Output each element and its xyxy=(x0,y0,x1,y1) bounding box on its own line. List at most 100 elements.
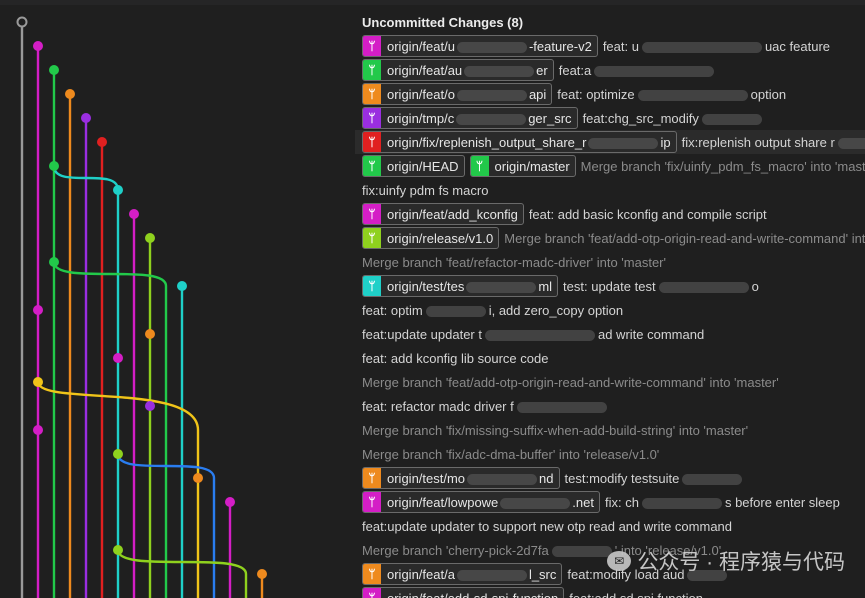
branch-tag[interactable]: ᛘ origin/tmp/c ger_src xyxy=(362,107,578,129)
branch-label: origin/feat/add_kconfig xyxy=(387,206,518,222)
branch-tag[interactable]: ᛘ origin/feat/u -feature-v2 xyxy=(362,35,598,57)
commit-message: test:modify testsuite xyxy=(565,471,746,486)
commit-node xyxy=(33,305,43,315)
commit-row[interactable]: feat: refactor madc driver f xyxy=(355,394,865,418)
commit-node xyxy=(113,185,123,195)
branch-tag[interactable]: ᛘ origin/test/tes ml xyxy=(362,275,559,297)
branch-tag[interactable]: ᛘ origin/feat/o api xyxy=(362,83,553,105)
commit-message: feat: u uac feature xyxy=(602,38,830,54)
commit-node xyxy=(113,545,123,555)
commit-row[interactable]: Merge branch 'fix/adc-dma-buffer' into '… xyxy=(355,442,865,466)
commit-row[interactable]: Merge branch 'fix/missing-suffix-when-ad… xyxy=(355,418,865,442)
branch-icon: ᛘ xyxy=(363,132,381,152)
branch-label: origin/feat/lowpowe .net xyxy=(387,494,594,510)
watermark: ✉ 公众号 · 程序猿与代码 xyxy=(607,546,845,576)
commit-message: feat: refactor madc driver f xyxy=(362,399,610,414)
branch-tag[interactable]: ᛘ origin/test/mo nd xyxy=(362,467,560,489)
commit-graph[interactable] xyxy=(0,0,355,598)
branch-tag[interactable]: ᛘ origin/fix/replenish_output_share_r ip xyxy=(362,131,677,153)
commit-message: feat: optimize option xyxy=(557,86,787,102)
branch-label: origin/feat/add-sd-spi-function xyxy=(387,590,559,598)
commit-node xyxy=(145,329,155,339)
branch-tag[interactable]: ᛘ origin/HEAD xyxy=(362,155,465,177)
commit-node xyxy=(49,161,59,171)
commit-message: fix:replenish output share r xyxy=(682,135,865,150)
branch-tag[interactable]: ᛘ origin/feat/a l_src xyxy=(362,563,563,585)
branch-icon: ᛘ xyxy=(363,84,381,104)
commit-row[interactable]: ᛘ origin/fix/replenish_output_share_r ip fi… xyxy=(355,130,865,154)
commit-node xyxy=(33,41,43,51)
commit-message: feat:chg_src_modify xyxy=(583,111,765,126)
commit-node xyxy=(49,65,59,75)
commit-node xyxy=(257,569,267,579)
commit-node xyxy=(49,257,59,267)
commit-row[interactable]: Merge branch 'feat/add-otp-origin-read-a… xyxy=(355,370,865,394)
branch-icon: ᛘ xyxy=(470,156,489,176)
commit-row[interactable]: ᛘ origin/feat/lowpowe .net fix: ch s before … xyxy=(355,490,865,514)
commit-message: feat: add basic kconfig and compile scri… xyxy=(528,206,767,222)
commit-row[interactable]: ᛘ origin/tmp/c ger_src feat:chg_src_modify xyxy=(355,106,865,130)
branch-tag[interactable]: ᛘ origin/feat/add_kconfig xyxy=(362,203,524,225)
commit-row[interactable]: ᛘ origin/feat/add_kconfig feat: add basic … xyxy=(355,202,865,226)
branch-label: origin/tmp/c ger_src xyxy=(387,110,572,126)
commit-row[interactable]: ᛘ origin/test/tes ml test: update test o xyxy=(355,274,865,298)
commit-message: Merge branch 'fix/uinfy_pdm_fs_macro' in… xyxy=(580,158,865,174)
commit-node xyxy=(177,281,187,291)
commit-row[interactable]: ᛘ origin/release/v1.0 Merge branch 'feat/a… xyxy=(355,226,865,250)
commit-node xyxy=(145,233,155,243)
commit-message: test: update test o xyxy=(563,278,759,294)
commit-message: Merge branch 'feat/add-otp-origin-read-a… xyxy=(504,230,865,246)
commit-message: feat:update updater t ad write command xyxy=(362,326,705,342)
branch-icon: ᛘ xyxy=(363,564,381,584)
commit-list[interactable]: Uncommitted Changes (8) ᛘ origin/feat/u -fe… xyxy=(355,0,865,598)
commit-row[interactable]: ᛘ origin/feat/au er feat:a xyxy=(355,58,865,82)
commit-row[interactable]: feat:update updater t ad write command xyxy=(355,322,865,346)
commit-message: Merge branch 'feat/add-otp-origin-read-a… xyxy=(362,374,779,390)
commit-row[interactable]: Merge branch 'feat/refactor-madc-driver'… xyxy=(355,250,865,274)
watermark-text: 公众号 · 程序猿与代码 xyxy=(637,551,845,574)
commit-node xyxy=(193,473,203,483)
branch-icon: ᛘ xyxy=(363,108,381,128)
commit-message: Merge branch 'feat/refactor-madc-driver'… xyxy=(362,254,666,270)
commit-node xyxy=(33,377,43,387)
commit-row[interactable]: feat: add kconfig lib source code xyxy=(355,346,865,370)
branch-label: origin/feat/u -feature-v2 xyxy=(387,38,592,54)
commit-message: feat:a xyxy=(559,63,718,78)
commit-row[interactable]: ᛘ origin/test/mo nd test:modify testsuite xyxy=(355,466,865,490)
commit-row[interactable]: ᛘ origin/feat/add-sd-spi-function feat:add… xyxy=(355,586,865,598)
commit-row[interactable]: fix:uinfy pdm fs macro xyxy=(355,178,865,202)
branch-label: origin/test/mo nd xyxy=(387,470,554,486)
commit-message: feat:update updater to support new otp r… xyxy=(362,518,733,534)
branch-icon: ᛘ xyxy=(363,492,381,512)
commit-node xyxy=(113,449,123,459)
commit-row[interactable]: feat:update updater to support new otp r… xyxy=(355,514,865,538)
branch-icon: ᛘ xyxy=(363,588,381,598)
branch-tag[interactable]: ᛘ origin/feat/add-sd-spi-function xyxy=(362,587,565,598)
branch-tag[interactable]: ᛘ origin/feat/lowpowe .net xyxy=(362,491,600,513)
branch-label: origin/feat/au er xyxy=(387,62,548,78)
commit-row[interactable]: ᛘ origin/feat/o api feat: optimize option xyxy=(355,82,865,106)
branch-icon: ᛘ xyxy=(363,468,381,488)
branch-label: origin/feat/o api xyxy=(387,86,547,102)
branch-icon: ᛘ xyxy=(363,60,381,80)
branch-icon: ᛘ xyxy=(363,228,381,248)
uncommitted-changes-row[interactable]: Uncommitted Changes (8) xyxy=(355,10,865,34)
commit-node xyxy=(129,209,139,219)
branch-tag[interactable]: ᛘ origin/master xyxy=(469,155,576,177)
commit-row[interactable]: ᛘ origin/feat/u -feature-v2 feat: u uac feat… xyxy=(355,34,865,58)
branch-label: origin/feat/a l_src xyxy=(387,566,557,582)
commit-message: Merge branch 'fix/missing-suffix-when-ad… xyxy=(362,422,749,438)
branch-label: origin/master xyxy=(494,158,570,174)
branch-label: origin/fix/replenish_output_share_r ip xyxy=(387,134,671,150)
branch-tag[interactable]: ᛘ origin/feat/au er xyxy=(362,59,554,81)
commit-row[interactable]: feat: optim i, add zero_copy option xyxy=(355,298,865,322)
branch-label: origin/test/tes ml xyxy=(387,278,553,294)
branch-icon: ᛘ xyxy=(363,156,381,176)
commit-message: feat:add sd spi function xyxy=(569,590,703,598)
commit-message: Merge branch 'fix/adc-dma-buffer' into '… xyxy=(362,446,660,462)
branch-tag[interactable]: ᛘ origin/release/v1.0 xyxy=(362,227,500,249)
commit-row[interactable]: ᛘ origin/HEAD ᛘ origin/master Merge branch '… xyxy=(355,154,865,178)
branch-label: origin/HEAD xyxy=(387,158,459,174)
commit-node xyxy=(16,16,28,28)
branch-icon: ᛘ xyxy=(363,276,381,296)
